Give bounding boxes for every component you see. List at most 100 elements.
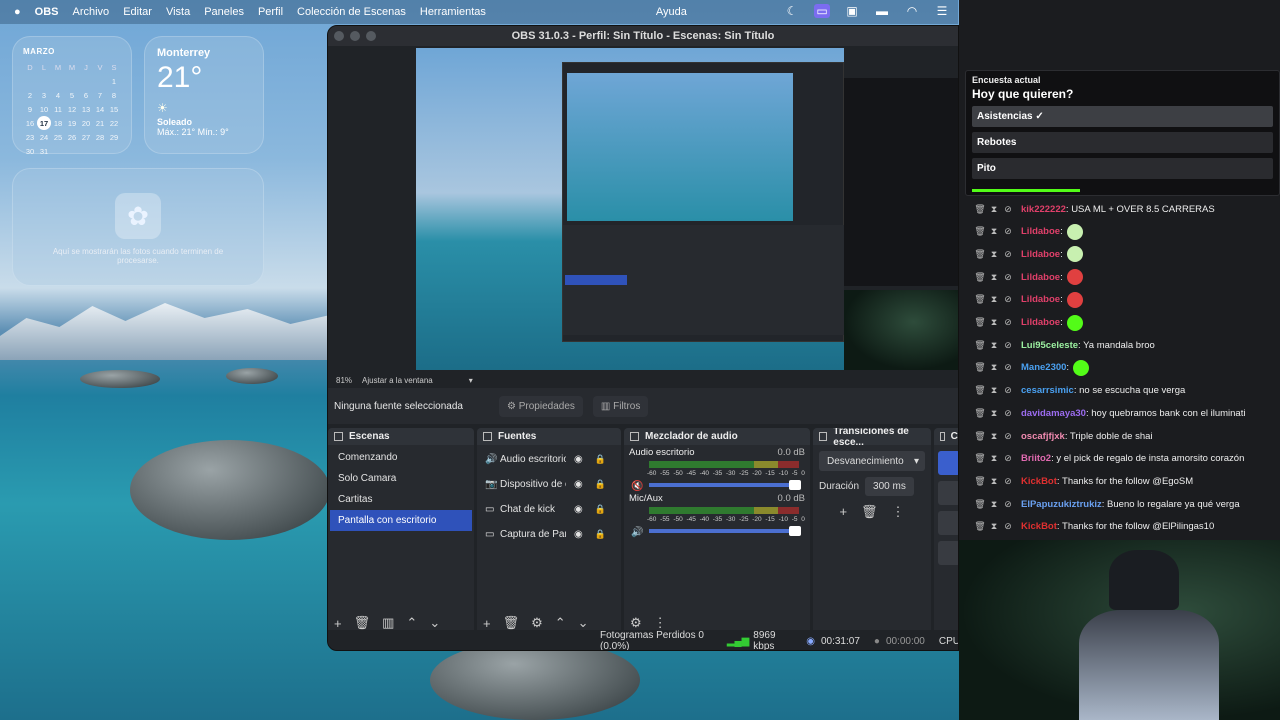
photos-widget[interactable]: ✿ Aquí se mostrarán las fotos cuando ter… xyxy=(12,168,264,286)
preview-zoom-bar: 81% Ajustar a la ventana ▾ xyxy=(328,372,958,388)
move-scene-down-button[interactable]: ⌄ xyxy=(429,615,440,631)
source-item[interactable]: ▭ Chat de kick ◉ 🔒 xyxy=(477,497,621,522)
volume-fader[interactable] xyxy=(649,526,801,536)
mixer-channels[interactable]: Audio escritorio 0.0 dB -60 -55 -50 -45 -40 -35… xyxy=(624,445,810,538)
scenes-list[interactable]: Comenzando Solo Camara Cartitas Pantalla co… xyxy=(328,445,474,533)
audio-mixer-dock[interactable]: Mezclador de audio Audio escritorio 0.0 d… xyxy=(624,428,810,634)
calendar-widget[interactable]: MARZO D L M M J V S 1 2 3 4 5 6 7 8 9 10 11 12 13 14 15 16 17 18… xyxy=(12,36,132,156)
source-item[interactable]: 📷 Dispositivo de c ◉ 🔒 xyxy=(477,472,621,497)
transition-select[interactable]: Desvanecimiento ▾ xyxy=(819,451,925,471)
scene-item[interactable]: Cartitas xyxy=(330,489,472,510)
screen-record-icon[interactable]: ▭ xyxy=(814,4,830,18)
emote-icon xyxy=(1066,291,1083,308)
control-center-icon[interactable]: ☰ xyxy=(934,4,950,18)
speaker-icon[interactable]: 🔊 xyxy=(631,527,643,538)
visibility-eye-icon[interactable]: ◉ xyxy=(574,454,583,465)
chat-message: 🗑 ⧗ ⊘ Lui95celeste: Ya mandala broo xyxy=(973,335,1155,355)
visibility-eye-icon[interactable]: ◉ xyxy=(574,529,583,540)
controls-title: Co xyxy=(934,428,958,445)
calendar-day: 9 xyxy=(27,104,33,114)
source-item[interactable]: 🔊 Audio escritorio ◉ 🔒 xyxy=(477,447,621,472)
mixer-channel[interactable]: Mic/Aux 0.0 dB -60 -55 -50 -45 -40 -35 -30 -25 -20… xyxy=(624,491,810,538)
menu-coleccion-escenas[interactable]: Colección de Escenas xyxy=(297,6,406,18)
chat-text: : xyxy=(1060,294,1063,306)
duration-input[interactable]: 300 ms xyxy=(865,477,914,496)
filters-button[interactable]: ▥ Filtros xyxy=(592,395,649,417)
move-scene-up-button[interactable]: ⌃ xyxy=(406,615,417,631)
muted-speaker-icon[interactable]: 🔇 xyxy=(631,481,643,492)
menu-app-name[interactable]: OBS xyxy=(35,6,59,18)
source-settings-button[interactable]: ⚙ xyxy=(531,615,543,631)
poll-option: Asistencias ✓ xyxy=(972,106,1273,127)
control-button[interactable] xyxy=(938,481,958,505)
scene-item[interactable]: Solo Camara xyxy=(330,468,472,489)
move-source-up-button[interactable]: ⌃ xyxy=(555,615,566,631)
lock-icon[interactable]: 🔒 xyxy=(595,529,606,540)
meter-tick: -5 xyxy=(791,470,798,477)
lock-icon[interactable]: 🔒 xyxy=(595,454,606,465)
add-source-button[interactable]: + xyxy=(483,616,491,631)
scenes-dock[interactable]: Escenas Comenzando Solo Camara Cartitas Pan… xyxy=(328,428,474,634)
control-button[interactable] xyxy=(938,511,958,535)
control-button[interactable] xyxy=(938,541,958,565)
menu-perfil[interactable]: Perfil xyxy=(258,6,283,18)
menu-vista[interactable]: Vista xyxy=(166,6,190,18)
mixer-menu-button[interactable]: ⋮ xyxy=(654,615,667,631)
chevron-down-icon[interactable]: ▾ xyxy=(469,376,473,385)
properties-button[interactable]: ⚙ Propiedades xyxy=(498,395,583,417)
mixer-channel[interactable]: Audio escritorio 0.0 dB -60 -55 -50 -45 -40 -35… xyxy=(624,445,810,492)
calendar-day: 31 xyxy=(39,146,49,156)
menu-archivo[interactable]: Archivo xyxy=(73,6,110,18)
lock-icon[interactable]: 🔒 xyxy=(595,479,606,490)
wallpaper-rock xyxy=(430,640,640,720)
apple-menu-icon[interactable]: ● xyxy=(14,6,21,18)
menu-herramientas[interactable]: Herramientas xyxy=(420,6,486,18)
menu-editar[interactable]: Editar xyxy=(123,6,152,18)
visibility-eye-icon[interactable]: ◉ xyxy=(574,479,583,490)
battery-icon[interactable]: ▬ xyxy=(874,4,890,18)
timeout-icon: ⧗ xyxy=(990,475,998,486)
weather-widget[interactable]: Monterrey 21° ☀ Soleado Máx.: 21° Mín.: … xyxy=(144,36,264,154)
transitions-dock[interactable]: Transiciones de esce... Desvanecimiento ▾… xyxy=(813,428,931,634)
obs-titlebar[interactable]: OBS 31.0.3 - Perfil: Sin Título - Escena… xyxy=(328,26,958,46)
menu-ayuda[interactable]: Ayuda xyxy=(656,6,687,18)
start-streaming-button[interactable] xyxy=(938,451,958,475)
calendar-day: 25 xyxy=(53,132,63,142)
source-toolbar: Ninguna fuente seleccionada ⚙ Propiedade… xyxy=(328,388,958,424)
wifi-icon[interactable]: ◠ xyxy=(904,4,920,18)
add-transition-button[interactable]: + xyxy=(839,504,847,520)
chat-text: : xyxy=(1060,226,1063,238)
add-scene-button[interactable]: + xyxy=(334,616,342,631)
remove-scene-button[interactable]: 🗑 xyxy=(354,615,371,631)
mixer-settings-button[interactable]: ⚙ xyxy=(630,615,642,631)
scene-item[interactable]: Pantalla con escritorio xyxy=(330,510,472,531)
scene-item[interactable]: Comenzando xyxy=(330,447,472,468)
delete-message-icon: 🗑 xyxy=(974,248,986,259)
obs-window[interactable]: OBS 31.0.3 - Perfil: Sin Título - Escena… xyxy=(327,25,959,651)
visibility-eye-icon[interactable]: ◉ xyxy=(574,504,583,515)
transition-menu-button[interactable]: ⋮ xyxy=(892,504,905,520)
source-label: Captura de Pan xyxy=(500,529,566,540)
timeout-icon: ⧗ xyxy=(990,385,998,396)
sources-dock[interactable]: Fuentes 🔊 Audio escritorio ◉ 🔒 📷 Dispositivo … xyxy=(477,428,621,634)
calendar-weekday: M xyxy=(68,62,76,72)
scene-filter-button[interactable]: ▥ xyxy=(382,615,394,631)
display-icon[interactable]: ▣ xyxy=(844,4,860,18)
move-source-down-button[interactable]: ⌄ xyxy=(578,615,589,631)
volume-fader[interactable] xyxy=(649,480,801,490)
chat-username: KickBot xyxy=(1021,521,1057,533)
filters-label: Filtros xyxy=(613,400,641,412)
source-item[interactable]: ▭ Captura de Pan ◉ 🔒 xyxy=(477,522,621,547)
fit-dropdown[interactable]: Ajustar a la ventana xyxy=(362,376,433,385)
controls-dock[interactable]: Co xyxy=(934,428,958,634)
meter-tick: -55 xyxy=(660,470,670,477)
obs-preview[interactable] xyxy=(328,46,958,372)
calendar-weekday: V xyxy=(97,62,103,72)
menu-paneles[interactable]: Paneles xyxy=(204,6,244,18)
remove-source-button[interactable]: 🗑 xyxy=(503,615,520,631)
status-menu-icon[interactable]: ☾ xyxy=(784,4,800,18)
meter-tick: -20 xyxy=(752,470,762,477)
lock-icon[interactable]: 🔒 xyxy=(595,504,606,515)
sources-list[interactable]: 🔊 Audio escritorio ◉ 🔒 📷 Dispositivo de c ◉ 🔒 ▭ C… xyxy=(477,445,621,547)
remove-transition-button[interactable]: 🗑 xyxy=(861,504,878,520)
